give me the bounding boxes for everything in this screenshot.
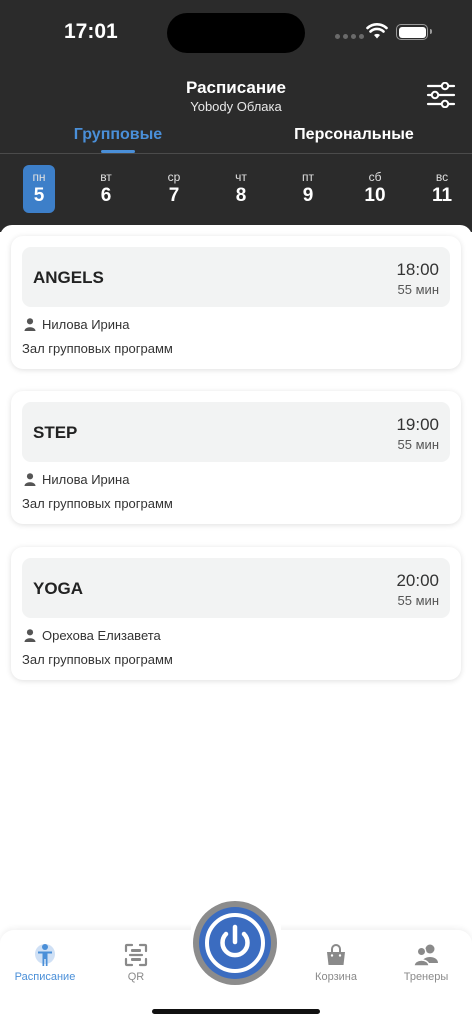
tabs-divider <box>0 153 472 154</box>
person-icon <box>24 318 36 331</box>
nav-basket[interactable]: Корзина <box>291 943 381 983</box>
nav-label: Тренеры <box>403 971 449 983</box>
home-indicator[interactable] <box>152 1009 320 1014</box>
day-tuesday[interactable]: вт 6 <box>90 165 122 213</box>
person-schedule-icon <box>35 944 55 966</box>
day-number: 7 <box>168 185 180 206</box>
day-weekday: ср <box>167 170 181 184</box>
status-time: 17:01 <box>64 20 118 43</box>
basket-icon <box>327 944 345 965</box>
schedule-list: ANGELS 18:00 55 мин Нилова Ирина Зал гру… <box>0 225 472 935</box>
sliders-icon[interactable] <box>426 82 456 108</box>
class-time: 18:00 <box>396 260 439 279</box>
day-thursday[interactable]: чт 8 <box>225 165 257 213</box>
class-card[interactable]: STEP 19:00 55 мин Нилова Ирина Зал групп… <box>11 391 461 524</box>
nav-label: Корзина <box>315 971 357 983</box>
battery-icon <box>396 24 432 40</box>
day-number: 9 <box>302 185 314 206</box>
day-sunday[interactable]: вс 11 <box>424 165 460 213</box>
day-number: 11 <box>431 185 453 206</box>
day-weekday: пт <box>302 170 314 184</box>
nav-label: Расписание <box>14 971 76 983</box>
day-saturday[interactable]: сб 10 <box>357 165 393 213</box>
club-name: Yobody Облака <box>190 99 282 114</box>
day-friday[interactable]: пт 9 <box>292 165 324 213</box>
trainer-row: Нилова Ирина <box>24 317 129 332</box>
power-button[interactable] <box>193 901 277 985</box>
power-button-inner <box>199 907 271 979</box>
person-icon <box>24 473 36 486</box>
page-title: Расписание <box>185 78 287 97</box>
class-name: ANGELS <box>33 268 104 287</box>
trainer-name: Орехова Елизавета <box>42 628 161 643</box>
day-number: 6 <box>100 185 112 206</box>
nav-label: QR <box>127 971 145 983</box>
trainer-row: Нилова Ирина <box>24 472 129 487</box>
day-weekday: вт <box>100 170 112 184</box>
trainer-row: Орехова Елизавета <box>24 628 161 643</box>
trainers-icon <box>413 944 438 967</box>
wifi-icon <box>366 23 388 39</box>
class-time: 20:00 <box>396 571 439 590</box>
day-weekday: вс <box>435 170 449 184</box>
class-time: 19:00 <box>396 415 439 434</box>
class-duration: 55 мин <box>397 593 439 608</box>
day-wednesday[interactable]: ср 7 <box>158 165 190 213</box>
class-name: STEP <box>33 423 78 442</box>
trainer-name: Нилова Ирина <box>42 317 130 332</box>
class-card[interactable]: YOGA 20:00 55 мин Орехова Елизавета Зал … <box>11 547 461 680</box>
day-weekday: чт <box>235 170 247 184</box>
class-duration: 55 мин <box>397 282 439 297</box>
nav-trainers[interactable]: Тренеры <box>381 943 471 983</box>
class-card-header: YOGA 20:00 55 мин <box>22 558 450 618</box>
tab-personal[interactable]: Персональные <box>236 126 472 144</box>
power-icon <box>205 913 265 973</box>
nav-qr[interactable]: QR <box>91 943 181 983</box>
trainer-name: Нилова Ирина <box>42 472 130 487</box>
tab-group[interactable]: Групповые <box>0 126 236 144</box>
day-monday[interactable]: пн 5 <box>23 165 55 213</box>
nav-schedule[interactable]: Расписание <box>0 943 90 983</box>
hall-name: Зал групповых программ <box>22 652 173 667</box>
qr-scan-icon <box>124 943 148 967</box>
class-name: YOGA <box>33 579 84 598</box>
class-card[interactable]: ANGELS 18:00 55 мин Нилова Ирина Зал гру… <box>11 236 461 369</box>
day-weekday: сб <box>368 170 382 184</box>
hall-name: Зал групповых программ <box>22 341 173 356</box>
day-number: 5 <box>33 185 45 206</box>
day-weekday: пн <box>32 170 46 184</box>
class-card-header: ANGELS 18:00 55 мин <box>22 247 450 307</box>
class-card-header: STEP 19:00 55 мин <box>22 402 450 462</box>
cellular-signal-icon <box>335 34 364 39</box>
class-duration: 55 мин <box>397 437 439 452</box>
day-number: 10 <box>364 185 386 206</box>
person-icon <box>24 629 36 642</box>
dynamic-island <box>167 13 305 53</box>
hall-name: Зал групповых программ <box>22 496 173 511</box>
day-number: 8 <box>235 185 247 206</box>
